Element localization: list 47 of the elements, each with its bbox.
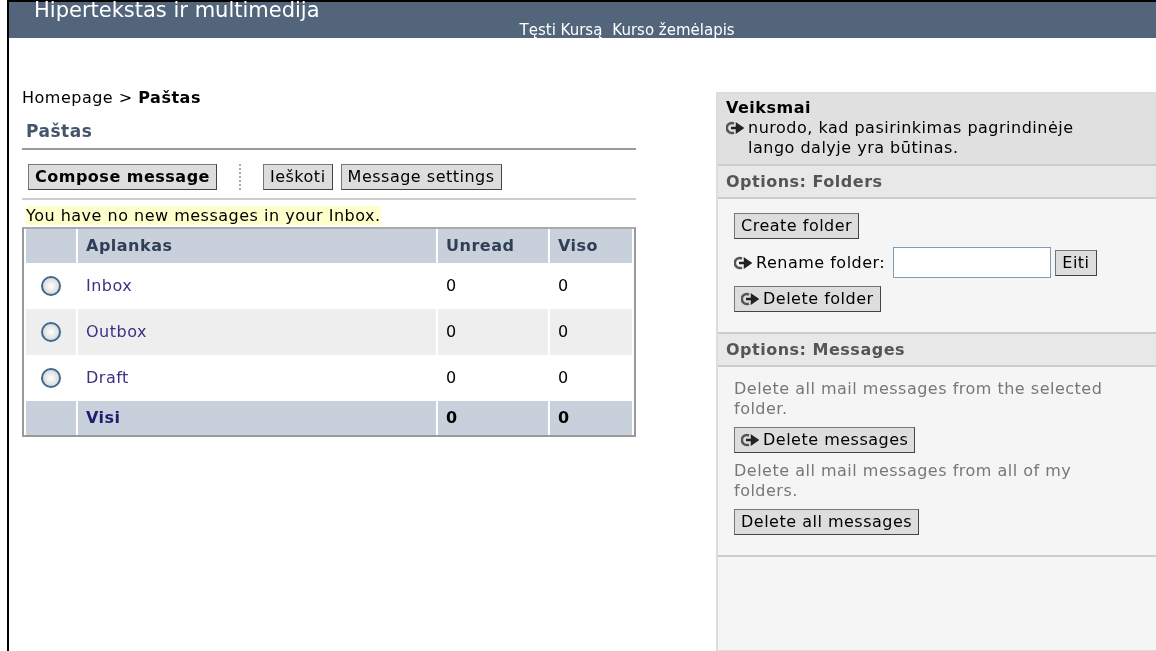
arrow-icon <box>734 255 752 270</box>
table-cell-text: 0 <box>445 275 458 298</box>
description-text: Delete all mail messages from the selected folder. <box>734 379 1104 420</box>
help-text: nurodo, kad pasirinkimas pagrindinėje lango dalyje yra būtinas. <box>748 118 1075 158</box>
breadcrumb-link[interactable]: Homepage <box>22 88 114 107</box>
table-cell-text: 0 <box>557 367 570 390</box>
button[interactable]: Message settings <box>340 163 502 190</box>
column-header: Aplankas <box>78 228 436 263</box>
header-link[interactable]: Kurso žemėlapis <box>612 21 735 39</box>
table-cell: 0 <box>438 308 548 355</box>
column-header: Unread <box>438 228 548 263</box>
folder-link[interactable]: Inbox <box>86 276 133 296</box>
button[interactable]: Eiti <box>1055 249 1097 276</box>
header-link[interactable]: Tęsti Kursą <box>519 21 603 39</box>
column-header: Viso <box>550 228 632 263</box>
arrow-icon <box>726 121 744 135</box>
field-label: Rename folder: <box>734 253 886 273</box>
site-title: Hipertekstas ir multimedija <box>34 0 320 24</box>
notice-text: You have no new messages in your Inbox. <box>26 205 381 225</box>
folder-link[interactable]: Outbox <box>86 322 147 342</box>
section-title: Options: Folders <box>718 166 1156 200</box>
radio-button[interactable] <box>41 322 61 342</box>
breadcrumb-current: Paštas <box>138 88 201 107</box>
button[interactable]: Delete folder <box>734 286 881 313</box>
folder-link[interactable]: Draft <box>86 368 129 388</box>
arrow-icon <box>741 292 759 307</box>
button[interactable]: Delete messages <box>734 427 916 454</box>
button[interactable]: Create folder <box>734 213 860 240</box>
radio-button[interactable] <box>41 276 61 296</box>
table-cell-text: 0 <box>445 367 458 390</box>
total-label: Visi <box>78 400 436 435</box>
arrow-icon <box>741 433 759 448</box>
page-heading: Paštas <box>22 107 636 150</box>
total-cell: 0 <box>438 400 548 435</box>
sidebar-title: Veiksmai <box>726 98 812 118</box>
button[interactable]: Delete all messages <box>734 509 920 536</box>
text-field[interactable] <box>893 247 1052 279</box>
header-cell <box>26 228 76 263</box>
breadcrumb-separator: > <box>118 88 133 107</box>
radio-button[interactable] <box>41 368 61 388</box>
total-cell: 0 <box>550 400 632 435</box>
table-cell-text: 0 <box>557 275 570 298</box>
description-text: Delete all mail messages from all of my folders. <box>734 461 1073 502</box>
table-cell: 0 <box>550 308 632 355</box>
section-title: Options: Messages <box>718 334 1156 368</box>
button[interactable]: Compose message <box>28 163 217 190</box>
button[interactable]: Ieškoti <box>262 163 333 190</box>
